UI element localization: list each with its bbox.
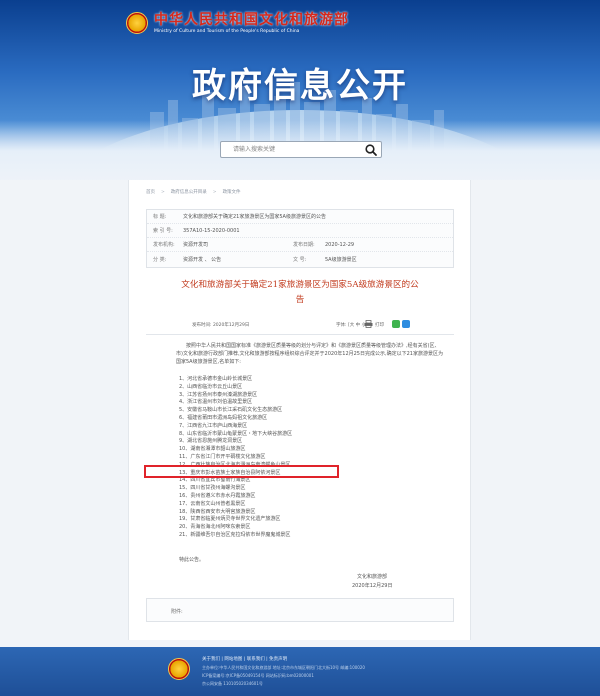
list-item: 6、福建省莆田市湄洲岛妈祖文化旅游区 [179, 414, 268, 421]
meta-value: 资源开发司 [183, 242, 209, 248]
site-name-en: Ministry of Culture and Tourism of the P… [154, 28, 300, 34]
wechat-share-icon[interactable] [392, 320, 400, 328]
list-item: 1、河北省承德市金山岭长城景区 [179, 376, 253, 382]
meta-label: 标 题: [153, 214, 167, 220]
footer-security: 京公网安备 11010502034601号 [202, 681, 263, 686]
highlight-box [144, 465, 339, 478]
meta-value: 资源开发 、 公告 [183, 256, 222, 263]
list-item: 21、新疆维吾尔自治区克拉玛依市世界魔鬼城景区 [179, 531, 291, 538]
meta-value: 357A10-15-2020-0001 [183, 227, 240, 234]
breadcrumb: 首页 > 政府信息公开目录 > 政策文件 [146, 188, 241, 196]
document-intro: 按照中华人民共和国国家标准《旅游景区质量等级的划分与评定》和《旅游景区质量等级管… [176, 343, 443, 365]
list-item: 17、云南省文山州普者黑景区 [179, 500, 246, 507]
list-item: 11、广东省江门市开平碉楼文化旅游区 [179, 453, 266, 460]
list-item: 9、湖北省恩施州腾龙洞景区 [179, 438, 243, 445]
publish-date: 发布时间: 2020年12月29日 [192, 323, 250, 328]
document-title-line: 文化和旅游部关于确定21家旅游景区为国家5A级旅游景区的公 [181, 280, 419, 290]
meta-value: 2020-12-29 [325, 241, 355, 248]
meta-value: 文化和旅游部关于确定21家旅游景区为国家5A级旅游景区的公告 [183, 214, 326, 220]
signature-date: 2020年12月29日 [352, 583, 393, 589]
meta-label: 分 类: [153, 256, 167, 263]
site-logo[interactable]: 中华人民共和国文化和旅游部 Ministry of Culture and To… [126, 8, 349, 38]
breadcrumb-catalog[interactable]: 政府信息公开目录 [171, 189, 207, 195]
search-input[interactable] [221, 142, 359, 157]
list-item: 19、甘肃省临夏州炳灵寺世界文化遗产旅游区 [179, 516, 281, 523]
breadcrumb-separator: > [161, 189, 165, 195]
meta-label: 索 引 号: [153, 228, 173, 234]
meta-label: 发布日期: [293, 242, 315, 248]
banner-title: 政府信息公开 [192, 66, 408, 106]
national-emblem-icon [126, 12, 148, 34]
list-item: 15、四川省甘孜州海螺沟景区 [179, 485, 246, 492]
list-item: 7、江西省九江市庐山西海景区 [179, 422, 248, 429]
footer-links[interactable]: 关于我们 | 网站地图 | 联系我们 | 免责声明 [202, 656, 287, 662]
document-body: 按照中华人民共和国国家标准《旅游景区质量等级的划分与评定》和《旅游景区质量等级管… [176, 343, 444, 366]
list-item: 5、安徽省马鞍山市长江采石矶文化生态旅游区 [179, 407, 283, 414]
document-meta-table: 标 题: 文化和旅游部关于确定21家旅游景区为国家5A级旅游景区的公告 索 引 … [146, 209, 454, 268]
print-link[interactable]: 打印 [375, 322, 384, 328]
site-name-cn: 中华人民共和国文化和旅游部 [154, 11, 349, 28]
meta-row-category: 分 类: 资源开发 、 公告 文 号: 5A级旅游景区 [147, 252, 453, 266]
meta-value: 5A级旅游景区 [325, 256, 357, 263]
printer-icon[interactable] [364, 320, 373, 328]
meta-label: 发布机构: [153, 242, 175, 248]
document-title-line: 告 [295, 295, 305, 305]
scenic-area-list: 1、河北省承德市金山岭长城景区 2、山西省临汾市云丘山景区 3、江苏省扬州市泰州… [179, 376, 379, 540]
footer-icp: ICP备案编号:京ICP备05049154号 网站标识码:bm02000001 [202, 673, 314, 678]
meta-label: 文 号: [293, 256, 307, 263]
breadcrumb-policy[interactable]: 政策文件 [223, 189, 241, 195]
list-item: 20、青海省海北州阿咪东索景区 [179, 524, 251, 531]
share-icon[interactable] [402, 320, 410, 328]
attachment-box: 附件: [146, 598, 454, 622]
signature-organization: 文化和旅游部 [357, 574, 388, 580]
search-box [220, 141, 382, 158]
attachment-label: 附件: [171, 609, 183, 615]
footer-sponsor: 主办单位:中华人民共和国文化和旅游部 地址:北京市东城区朝阳门北大街10号 邮编… [202, 665, 365, 670]
list-item: 2、山西省临汾市云丘山景区 [179, 383, 243, 390]
breadcrumb-home[interactable]: 首页 [146, 189, 155, 195]
meta-row-title: 标 题: 文化和旅游部关于确定21家旅游景区为国家5A级旅游景区的公告 [147, 210, 453, 224]
meta-row-agency: 发布机构: 资源开发司 发布日期: 2020-12-29 [147, 238, 453, 252]
divider [146, 334, 454, 335]
search-icon[interactable] [364, 143, 378, 157]
site-footer: 关于我们 | 网站地图 | 联系我们 | 免责声明 主办单位:中华人民共和国文化… [0, 647, 600, 696]
closing-text: 特此公告。 [179, 557, 205, 563]
national-emblem-icon [168, 658, 190, 680]
document-title: 文化和旅游部关于确定21家旅游景区为国家5A级旅游景区的公 告 [160, 278, 440, 308]
list-item: 16、贵州省遵义市赤水丹霞旅游区 [179, 492, 256, 499]
document-toolbar: 发布时间: 2020年12月29日 字体: [大 中 小] 打印 [146, 320, 454, 330]
list-item: 14、四川省宜宾市蜀南竹海景区 [179, 477, 251, 484]
list-item: 10、湖南省湘潭市韶山旅游区 [179, 446, 246, 453]
meta-row-index: 索 引 号: 357A10-15-2020-0001 [147, 224, 453, 238]
breadcrumb-separator: > [212, 189, 217, 195]
